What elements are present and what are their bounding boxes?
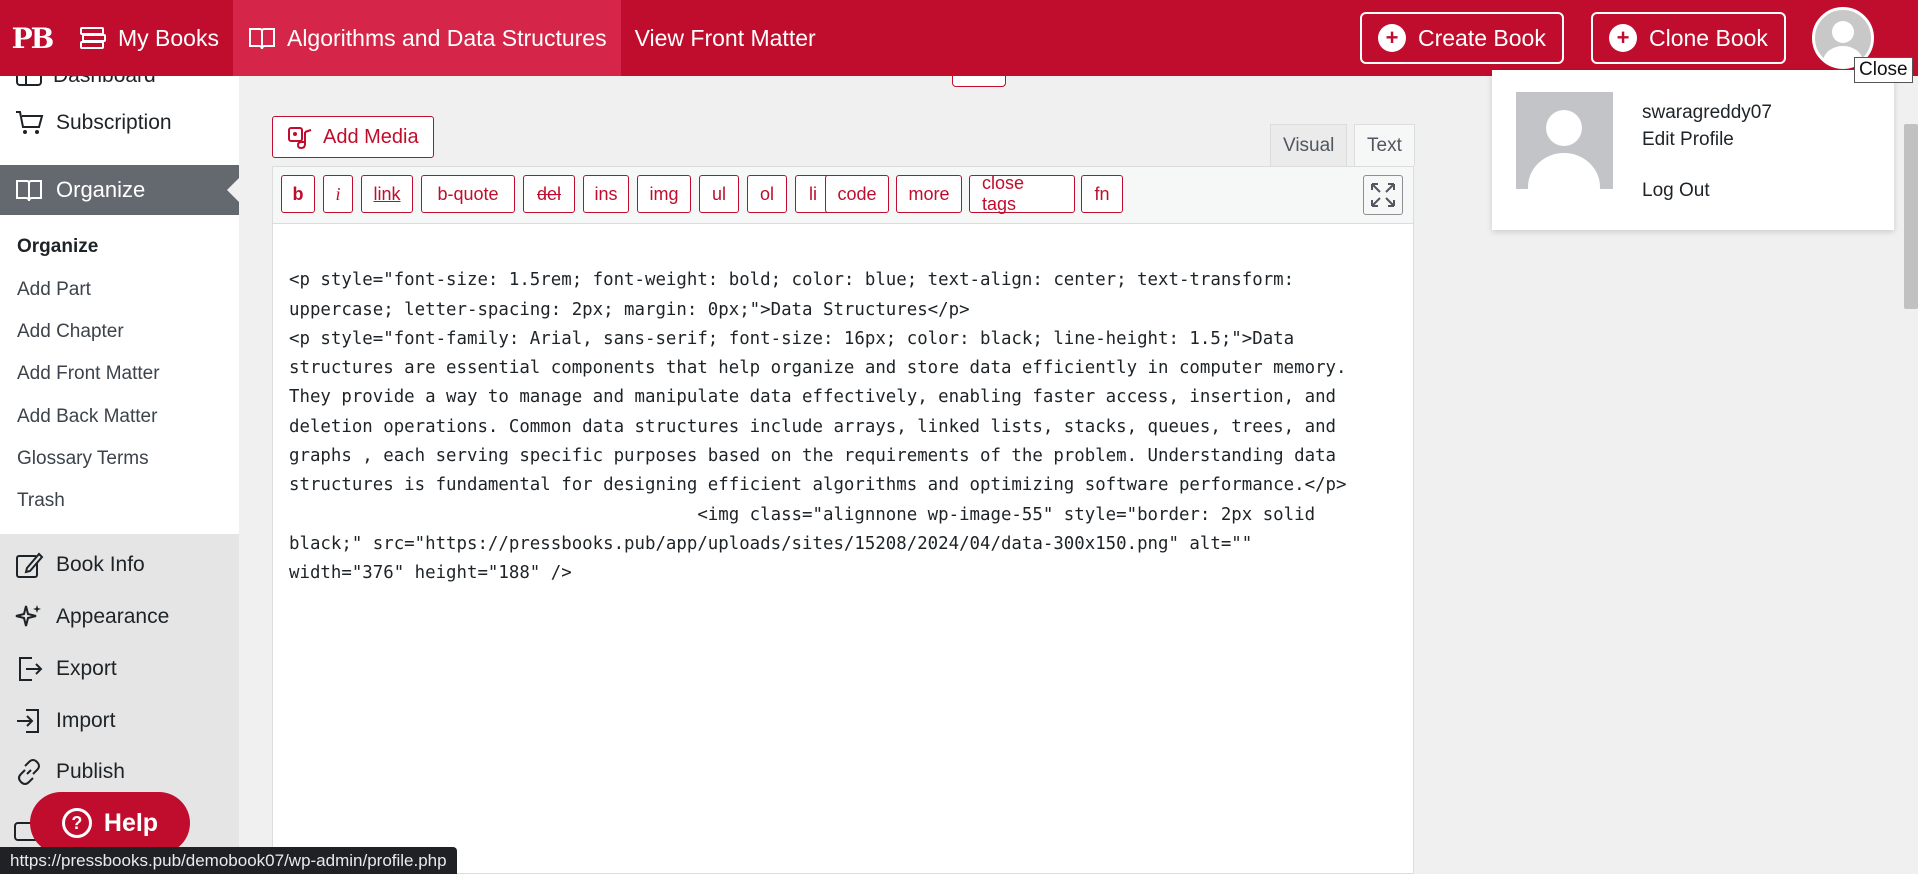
my-books-link[interactable]: My Books <box>64 0 233 76</box>
submenu-add-chapter[interactable]: Add Chapter <box>17 321 124 343</box>
book-open-icon <box>16 180 42 202</box>
sidebar-item-organize[interactable]: Organize <box>0 165 239 215</box>
pressbooks-logo[interactable]: PB <box>0 0 64 76</box>
html-content-textarea[interactable]: <p style="font-size: 1.5rem; font-weight… <box>289 237 1401 589</box>
sidebar-item-dashboard-partial[interactable]: Dashboard <box>0 76 239 88</box>
sidebar-item-appearance[interactable]: Appearance <box>0 592 239 642</box>
sidebar-item-publish[interactable]: Publish <box>0 747 239 797</box>
submenu-add-part[interactable]: Add Part <box>17 279 91 301</box>
clone-plus-icon: + <box>1609 24 1637 52</box>
organize-current-label: Organize <box>56 177 146 202</box>
sidebar-item-import[interactable]: Import <box>0 696 239 746</box>
qt-bquote-button[interactable]: b-quote <box>421 175 515 213</box>
content-line: <img class="alignnone wp-image-55" style… <box>289 504 1316 525</box>
fullscreen-icon <box>1371 183 1395 207</box>
clone-book-label: Clone Book <box>1649 24 1768 51</box>
qt-img-button[interactable]: img <box>637 175 691 213</box>
content-line: They provide a way to manage and manipul… <box>289 387 1337 408</box>
export-icon <box>19 657 43 681</box>
current-book-title: Algorithms and Data Structures <box>286 24 607 51</box>
scrollbar-thumb[interactable] <box>1904 124 1918 309</box>
sparkles-icon <box>15 605 41 627</box>
link-chain-icon <box>18 759 40 785</box>
export-label: Export <box>56 657 117 680</box>
log-out-link[interactable]: Log Out <box>1642 180 1710 202</box>
qt-del-button[interactable]: del <box>523 175 575 213</box>
browser-status-url: https://pressbooks.pub/demobook07/wp-adm… <box>0 847 457 874</box>
qt-ins-button[interactable]: ins <box>583 175 629 213</box>
clone-book-button[interactable]: + Clone Book <box>1591 12 1786 64</box>
view-front-matter-link[interactable]: View Front Matter <box>621 0 830 76</box>
quicktags-toolbar: b i link b-quote del ins img ul ol li co… <box>273 167 1413 224</box>
plus-circle-icon: + <box>1378 24 1406 52</box>
help-button[interactable]: ? Help <box>30 792 190 854</box>
help-label: Help <box>103 808 159 837</box>
add-media-label: Add Media <box>323 125 419 148</box>
tab-text[interactable]: Text <box>1354 124 1415 166</box>
create-book-button[interactable]: + Create Book <box>1360 12 1564 64</box>
open-book-icon <box>248 28 275 50</box>
books-stack-icon <box>80 27 106 49</box>
sidebar-item-export[interactable]: Export <box>0 644 239 694</box>
dashboard-label: Dashboard <box>53 76 156 88</box>
content-line: width="376" height="188" /> <box>289 563 572 584</box>
media-icon <box>288 127 312 150</box>
submenu-glossary-terms[interactable]: Glossary Terms <box>17 448 149 470</box>
content-line: <p style="font-family: Arial, sans-serif… <box>289 328 1295 349</box>
create-book-label: Create Book <box>1418 24 1546 51</box>
sidebar-item-subscription[interactable]: Subscription <box>0 98 239 148</box>
qt-footnote-button[interactable]: fn <box>1081 175 1123 213</box>
content-line: <p style="font-size: 1.5rem; font-weight… <box>289 270 1295 291</box>
submenu-add-back-matter[interactable]: Add Back Matter <box>17 406 157 428</box>
publish-label: Publish <box>56 760 125 783</box>
qt-link-button[interactable]: link <box>361 175 413 213</box>
dashboard-icon <box>16 76 42 86</box>
qt-close-tags-button[interactable]: close tags <box>969 173 1075 214</box>
submenu-add-front-matter[interactable]: Add Front Matter <box>17 363 160 385</box>
book-info-label: Book Info <box>56 553 145 576</box>
content-line: graphs , each serving specific purposes … <box>289 446 1337 467</box>
content-line: uppercase; letter-spacing: 2px; margin: … <box>289 299 970 320</box>
close-tooltip: Close <box>1854 57 1913 83</box>
content-line: black;" src="https://pressbooks.pub/app/… <box>289 533 1253 554</box>
import-label: Import <box>56 709 116 732</box>
qt-more-button[interactable]: more <box>896 175 962 213</box>
appearance-label: Appearance <box>56 605 170 628</box>
distraction-free-button[interactable] <box>1363 175 1403 215</box>
content-line: deletion operations. Common data structu… <box>289 416 1337 437</box>
edit-profile-link[interactable]: Edit Profile <box>1642 129 1734 151</box>
current-book-link[interactable]: Algorithms and Data Structures <box>232 0 621 76</box>
qt-ul-button[interactable]: ul <box>699 175 739 213</box>
content-line: structures is fundamental for designing … <box>289 475 1347 496</box>
subscription-label: Subscription <box>56 111 172 134</box>
view-front-matter-label: View Front Matter <box>634 24 816 51</box>
qt-bold-button[interactable]: b <box>281 175 315 213</box>
qt-italic-button[interactable]: i <box>323 175 353 213</box>
sidebar-item-book-info[interactable]: Book Info <box>0 540 239 590</box>
text-editor: b i link b-quote del ins img ul ol li co… <box>272 166 1414 874</box>
qt-code-button[interactable]: code <box>825 175 889 213</box>
profile-avatar <box>1516 92 1613 189</box>
my-books-label: My Books <box>118 24 219 51</box>
avatar-placeholder-icon <box>1528 110 1600 189</box>
submenu-trash[interactable]: Trash <box>17 490 65 512</box>
tab-visual[interactable]: Visual <box>1270 124 1348 166</box>
submenu-organize[interactable]: Organize <box>17 236 98 258</box>
qt-ol-button[interactable]: ol <box>747 175 787 213</box>
content-line: structures are essential components that… <box>289 358 1347 379</box>
add-media-button[interactable]: Add Media <box>272 116 434 158</box>
edit-pencil-icon <box>16 552 44 578</box>
question-mark-icon: ? <box>61 808 92 838</box>
profile-username[interactable]: swaragreddy07 <box>1642 102 1772 124</box>
partial-top-control[interactable] <box>952 76 1006 87</box>
import-icon <box>17 709 39 733</box>
page-scrollbar[interactable] <box>1900 76 1918 874</box>
admin-sidebar: Dashboard Subscription Organize Organize… <box>0 76 239 874</box>
cart-icon <box>16 111 44 134</box>
profile-dropdown: swaragreddy07 Edit Profile Log Out <box>1492 70 1894 230</box>
